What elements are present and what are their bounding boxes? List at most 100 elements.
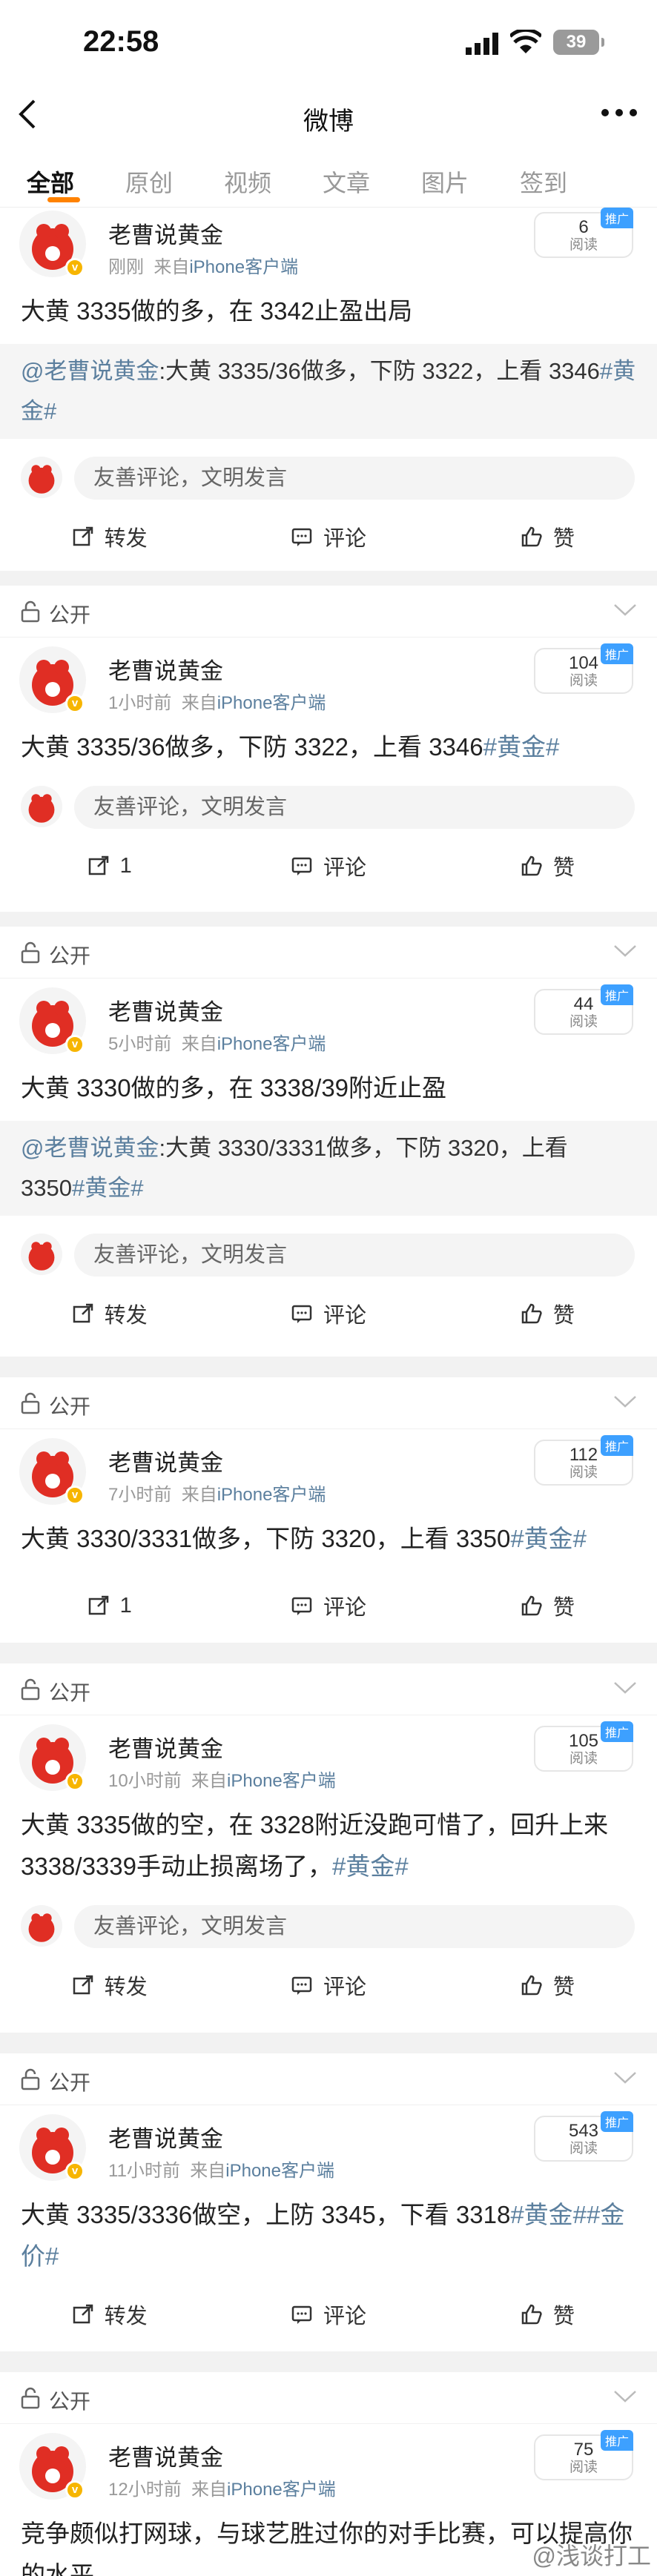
post-meta: 5小时前 来自iPhone客户端 bbox=[108, 1034, 326, 1054]
post-text: 大黄 3330/3331做多，下防 3320，上看 3350#黄金# bbox=[21, 1525, 587, 1552]
verified-icon: v bbox=[65, 1035, 85, 1054]
comment-button[interactable]: 评论 bbox=[219, 2283, 438, 2345]
unlock-icon bbox=[21, 2387, 40, 2409]
post-card[interactable]: 公开 v 老曹说黄金 12小时前 来自iPhone客户端 75 阅读 推广 竞争颇似… bbox=[0, 2372, 657, 2576]
tab-checkin[interactable]: 签到 bbox=[520, 148, 618, 207]
comment-icon bbox=[291, 1976, 312, 1995]
post-header: v 老曹说黄金 5小时前 来自iPhone客户端 44 阅读 推广 bbox=[0, 979, 657, 1067]
post-meta: 10小时前 来自iPhone客户端 bbox=[108, 1771, 336, 1791]
hashtag[interactable]: #黄金# bbox=[483, 733, 560, 761]
chevron-down-icon[interactable] bbox=[613, 1394, 638, 1410]
visibility-row: 公开 bbox=[0, 1377, 657, 1429]
tab-picture[interactable]: 图片 bbox=[421, 148, 520, 207]
post-meta: 刚刚 来自iPhone客户端 bbox=[108, 257, 299, 277]
quoted-post[interactable]: @老曹说黄金:大黄 3335/36做多，下防 3322，上看 3346#黄金# bbox=[0, 344, 657, 439]
promo-tag[interactable]: 推广 bbox=[600, 2430, 633, 2451]
like-button[interactable]: 赞 bbox=[438, 1954, 657, 2016]
repost-button[interactable]: 转发 bbox=[0, 506, 219, 568]
comment-icon bbox=[291, 528, 312, 546]
promo-tag[interactable]: 推广 bbox=[600, 984, 633, 1005]
chevron-down-icon[interactable] bbox=[613, 2388, 638, 2405]
comment-input[interactable]: 友善评论，文明发言 bbox=[74, 1905, 635, 1948]
promo-tag[interactable]: 推广 bbox=[600, 1435, 633, 1456]
comment-button[interactable]: 评论 bbox=[219, 835, 438, 897]
repost-button[interactable]: 转发 bbox=[0, 1282, 219, 1345]
promo-tag[interactable]: 推广 bbox=[600, 2111, 633, 2132]
hashtag[interactable]: #黄金# bbox=[332, 1852, 409, 1880]
promo-tag[interactable]: 推广 bbox=[600, 1721, 633, 1742]
unlock-icon bbox=[21, 941, 40, 964]
comment-input[interactable]: 友善评论，文明发言 bbox=[74, 1234, 635, 1277]
comment-button[interactable]: 评论 bbox=[219, 506, 438, 568]
promo-tag[interactable]: 推广 bbox=[600, 643, 633, 664]
visibility-label: 公开 bbox=[49, 603, 91, 626]
comment-input[interactable]: 友善评论，文明发言 bbox=[74, 457, 635, 500]
like-button[interactable]: 赞 bbox=[438, 1575, 657, 1637]
like-button[interactable]: 赞 bbox=[438, 1282, 657, 1345]
comment-input[interactable]: 友善评论，文明发言 bbox=[74, 786, 635, 829]
post-card[interactable]: 公开 v 老曹说黄金 10小时前 来自iPhone客户端 105 阅读 推广 大黄 … bbox=[0, 1663, 657, 2033]
post-card[interactable]: 公开 v 老曹说黄金 1小时前 来自iPhone客户端 104 阅读 推广 大黄 3… bbox=[0, 586, 657, 912]
user-name[interactable]: 老曹说黄金 bbox=[108, 652, 223, 686]
tab-all[interactable]: 全部 bbox=[27, 148, 125, 207]
post-card[interactable]: 公开 v 老曹说黄金 7小时前 来自iPhone客户端 112 阅读 推广 大黄 3… bbox=[0, 1377, 657, 1643]
repost-button[interactable]: 转发 bbox=[0, 1954, 219, 2016]
visibility-row: 公开 bbox=[0, 927, 657, 979]
like-button[interactable]: 赞 bbox=[438, 2283, 657, 2345]
repost-icon bbox=[73, 1303, 93, 1323]
post-header: v 老曹说黄金 12小时前 来自iPhone客户端 75 阅读 推广 bbox=[0, 2424, 657, 2513]
tab-article[interactable]: 文章 bbox=[323, 148, 421, 207]
user-name[interactable]: 老曹说黄金 bbox=[108, 1444, 223, 1477]
post-card[interactable]: 公开 v 老曹说黄金 5小时前 来自iPhone客户端 44 阅读 推广 大黄 33… bbox=[0, 927, 657, 1357]
repost-button[interactable]: 转发 bbox=[0, 2283, 219, 2345]
promo-tag[interactable]: 推广 bbox=[600, 208, 633, 228]
comment-button[interactable]: 评论 bbox=[219, 1954, 438, 2016]
chevron-down-icon[interactable] bbox=[613, 2070, 638, 2086]
action-bar: 转发 评论 赞 bbox=[0, 1282, 657, 1345]
repost-button[interactable]: 1 bbox=[0, 835, 219, 897]
thumbs-up-icon bbox=[521, 855, 542, 876]
unlock-icon bbox=[21, 1678, 40, 1701]
user-name[interactable]: 老曹说黄金 bbox=[108, 2120, 223, 2153]
chevron-down-icon[interactable] bbox=[613, 1680, 638, 1696]
action-bar: 1 评论 赞 bbox=[0, 835, 657, 897]
visibility-label: 公开 bbox=[49, 1395, 91, 1418]
verified-icon: v bbox=[65, 694, 85, 713]
hashtag[interactable]: #黄金# bbox=[510, 1525, 587, 1552]
repost-button[interactable]: 1 bbox=[0, 1575, 219, 1637]
user-name[interactable]: 老曹说黄金 bbox=[108, 2439, 223, 2472]
tab-original[interactable]: 原创 bbox=[125, 148, 224, 207]
unlock-icon bbox=[21, 1392, 40, 1414]
avatar bbox=[21, 1234, 62, 1275]
post-card[interactable]: 公开 v 老曹说黄金 11小时前 来自iPhone客户端 543 阅读 推广 大黄 … bbox=[0, 2053, 657, 2351]
wifi-icon bbox=[510, 30, 541, 53]
user-name[interactable]: 老曹说黄金 bbox=[108, 993, 223, 1027]
tab-video[interactable]: 视频 bbox=[224, 148, 323, 207]
chevron-down-icon[interactable] bbox=[613, 943, 638, 959]
post-card[interactable]: v 老曹说黄金 刚刚 来自iPhone客户端 6 阅读 推广 大黄 3335做的多，… bbox=[0, 208, 657, 571]
user-name[interactable]: 老曹说黄金 bbox=[108, 1730, 223, 1764]
comment-row: 友善评论，文明发言 bbox=[0, 777, 657, 835]
like-button[interactable]: 赞 bbox=[438, 835, 657, 897]
post-meta: 7小时前 来自iPhone客户端 bbox=[108, 1485, 326, 1505]
repost-icon bbox=[88, 855, 108, 875]
read-count-badge: 44 阅读 推广 bbox=[534, 984, 633, 1035]
like-button[interactable]: 赞 bbox=[438, 506, 657, 568]
page-title: 微博 bbox=[303, 107, 354, 136]
read-count-badge: 543 阅读 推广 bbox=[534, 2111, 633, 2162]
action-bar: 1 评论 赞 bbox=[0, 1575, 657, 1637]
comment-row: 友善评论，文明发言 bbox=[0, 1896, 657, 1954]
post-header: v 老曹说黄金 11小时前 来自iPhone客户端 543 阅读 推广 bbox=[0, 2105, 657, 2194]
verified-icon: v bbox=[65, 1486, 85, 1505]
read-count-badge: 104 阅读 推广 bbox=[534, 643, 633, 694]
watermark: @浅谈打工 bbox=[532, 2543, 652, 2569]
comment-button[interactable]: 评论 bbox=[219, 1282, 438, 1345]
visibility-row: 公开 bbox=[0, 2053, 657, 2105]
comment-button[interactable]: 评论 bbox=[219, 1575, 438, 1637]
user-name[interactable]: 老曹说黄金 bbox=[108, 216, 223, 250]
avatar bbox=[21, 457, 62, 498]
more-icon[interactable] bbox=[601, 105, 638, 120]
visibility-label: 公开 bbox=[49, 1681, 91, 1704]
chevron-down-icon[interactable] bbox=[613, 602, 638, 618]
quoted-post[interactable]: @老曹说黄金:大黄 3330/3331做多，下防 3320，上看 3350#黄金… bbox=[0, 1121, 657, 1216]
